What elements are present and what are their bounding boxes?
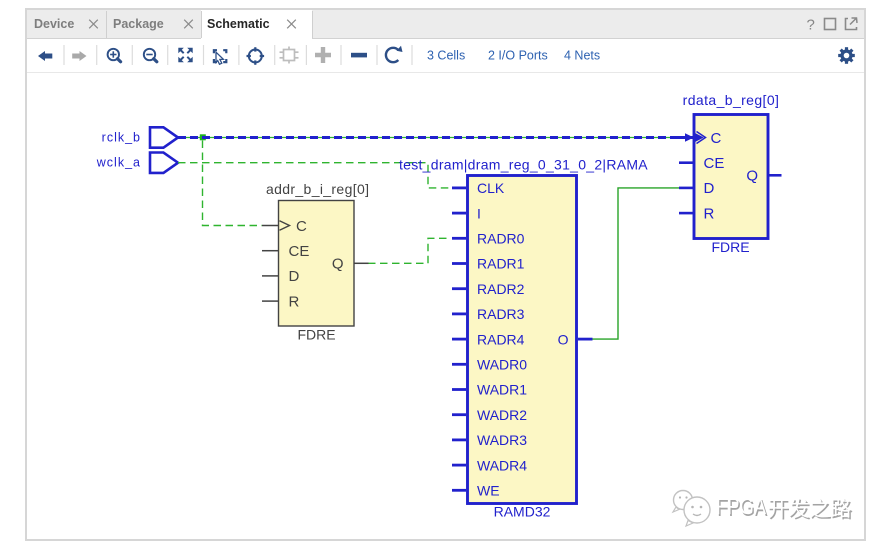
- svg-text:WE: WE: [477, 483, 500, 499]
- svg-text:rdata_b_reg[0]: rdata_b_reg[0]: [683, 92, 780, 108]
- svg-text:Q: Q: [746, 168, 758, 185]
- svg-text:D: D: [289, 268, 300, 285]
- svg-text:CE: CE: [289, 243, 310, 260]
- svg-text:addr_b_i_reg[0]: addr_b_i_reg[0]: [266, 181, 369, 197]
- svg-text:WADR1: WADR1: [477, 382, 527, 398]
- svg-text:3 Cells: 3 Cells: [427, 49, 465, 63]
- svg-text:C: C: [711, 130, 722, 147]
- svg-text:RADR0: RADR0: [477, 231, 525, 247]
- svg-text:Schematic: Schematic: [207, 17, 270, 31]
- svg-text:WADR4: WADR4: [477, 457, 527, 473]
- svg-text:?: ?: [807, 17, 815, 34]
- svg-text:D: D: [704, 180, 715, 197]
- svg-text:R: R: [289, 293, 300, 310]
- svg-text:RADR1: RADR1: [477, 256, 525, 272]
- svg-text:I: I: [477, 205, 481, 221]
- svg-text:RADR4: RADR4: [477, 331, 525, 347]
- svg-text:C: C: [296, 218, 307, 235]
- svg-text:FDRE: FDRE: [711, 239, 749, 255]
- svg-text:4 Nets: 4 Nets: [564, 49, 600, 63]
- svg-text:RADR3: RADR3: [477, 306, 525, 322]
- svg-text:WADR2: WADR2: [477, 407, 527, 423]
- svg-text:RAMD32: RAMD32: [494, 504, 551, 520]
- svg-text:Device: Device: [34, 17, 74, 31]
- svg-text:test_dram|dram_reg_0_31_0_2|RA: test_dram|dram_reg_0_31_0_2|RAMA: [399, 157, 648, 173]
- svg-text:Q: Q: [332, 256, 344, 273]
- svg-text:R: R: [704, 205, 715, 222]
- svg-text:FDRE: FDRE: [297, 327, 335, 343]
- svg-text:O: O: [558, 331, 569, 347]
- svg-text:RADR2: RADR2: [477, 281, 525, 297]
- svg-text:rclk_b: rclk_b: [102, 131, 141, 145]
- svg-text:Package: Package: [113, 17, 164, 31]
- svg-text:CLK: CLK: [477, 180, 505, 196]
- svg-text:CE: CE: [704, 155, 725, 172]
- svg-text:FPGA: FPGA: [716, 494, 766, 519]
- svg-text:wclk_a: wclk_a: [96, 156, 141, 170]
- svg-text:WADR0: WADR0: [477, 357, 527, 373]
- svg-text:WADR3: WADR3: [477, 432, 527, 448]
- svg-text:2 I/O Ports: 2 I/O Ports: [488, 49, 548, 63]
